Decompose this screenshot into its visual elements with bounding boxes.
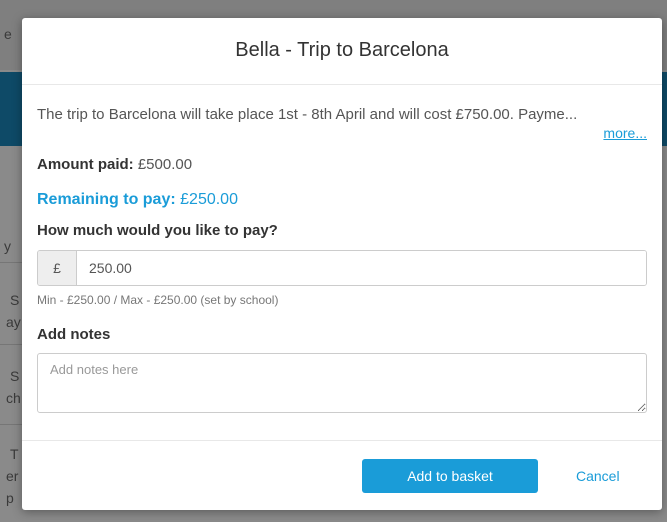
currency-addon: £	[38, 251, 77, 285]
modal-body: The trip to Barcelona will take place 1s…	[22, 105, 662, 418]
amount-helper-text: Min - £250.00 / Max - £250.00 (set by sc…	[37, 293, 279, 307]
amount-input-group: £	[37, 250, 647, 286]
modal-footer: Add to basket Cancel	[22, 440, 662, 510]
amount-input[interactable]	[77, 251, 646, 285]
amount-paid-label: Amount paid:	[37, 156, 134, 173]
background-divider	[0, 424, 22, 425]
remaining-to-pay: Remaining to pay: £250.00	[37, 189, 647, 211]
background-text: p	[6, 490, 14, 506]
background-text: S	[10, 292, 20, 308]
background-divider	[0, 262, 22, 263]
notes-label: Add notes	[37, 326, 111, 343]
background-text: S	[10, 368, 20, 384]
background-banner-left	[0, 72, 22, 146]
modal-header: Bella - Trip to Barcelona	[22, 18, 662, 85]
background-text: e	[4, 26, 12, 42]
trip-description: The trip to Barcelona will take place 1s…	[37, 106, 578, 123]
background-text: ch	[6, 390, 21, 406]
remaining-label: Remaining to pay:	[37, 191, 176, 208]
add-to-basket-button[interactable]: Add to basket	[362, 459, 538, 493]
background-divider	[0, 344, 22, 345]
amount-question: How much would you like to pay?	[37, 222, 278, 239]
amount-paid-value: £500.00	[137, 156, 193, 173]
modal-title: Bella - Trip to Barcelona	[235, 38, 449, 61]
background-text: T	[10, 446, 19, 462]
more-link[interactable]: more...	[37, 125, 647, 141]
payment-modal: Bella - Trip to Barcelona The trip to Ba…	[22, 18, 662, 510]
cancel-button[interactable]: Cancel	[570, 459, 626, 493]
notes-textarea[interactable]	[37, 353, 647, 413]
amount-paid: Amount paid: £500.00	[37, 155, 647, 175]
background-text: y	[4, 238, 11, 254]
remaining-value: £250.00	[180, 191, 238, 208]
background-text: er	[6, 468, 19, 484]
background-text: ay	[6, 314, 21, 330]
